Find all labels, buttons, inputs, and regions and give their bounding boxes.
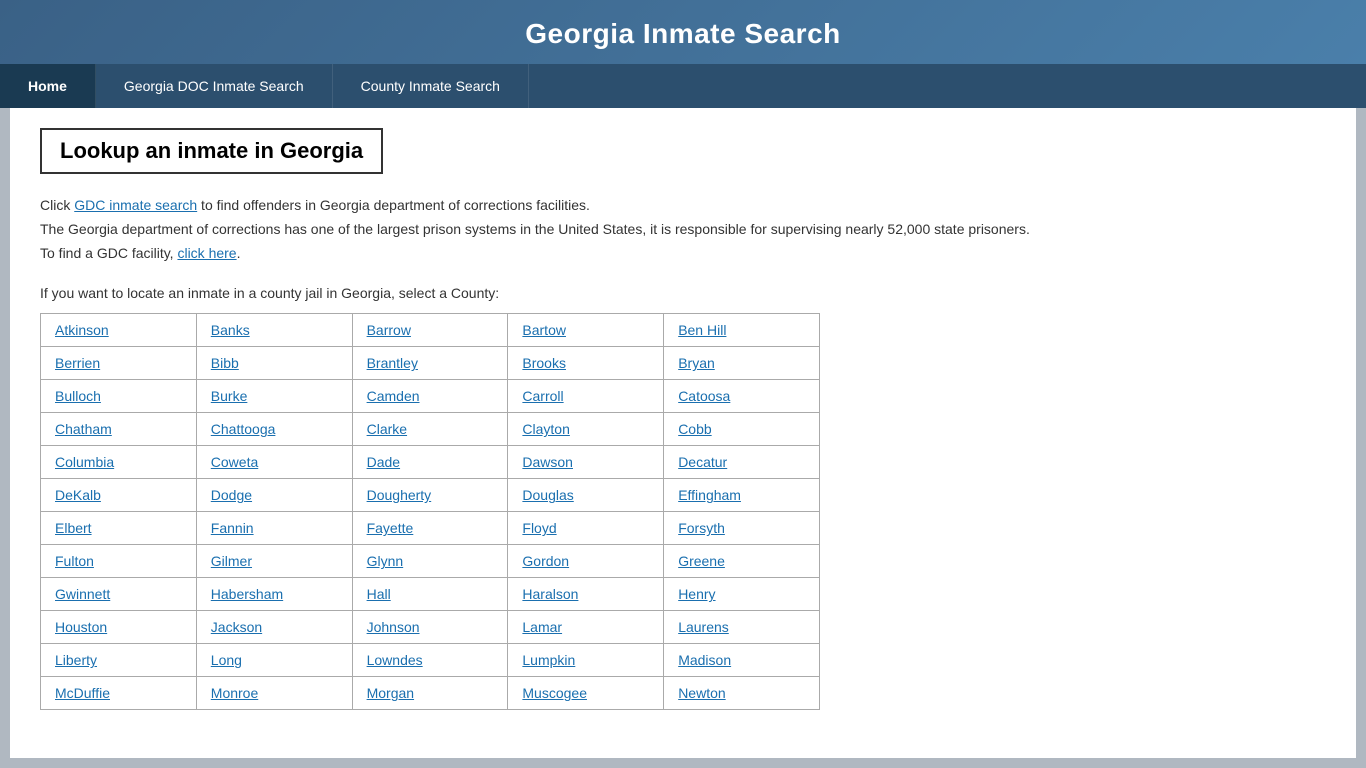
county-link[interactable]: McDuffie xyxy=(55,685,110,701)
county-link[interactable]: Dougherty xyxy=(367,487,432,503)
table-row: Liberty Long Lowndes Lumpkin Madison xyxy=(41,644,820,677)
county-link[interactable]: Madison xyxy=(678,652,731,668)
county-link[interactable]: Lamar xyxy=(522,619,562,635)
table-row: Fulton Gilmer Glynn Gordon Greene xyxy=(41,545,820,578)
county-link[interactable]: Bulloch xyxy=(55,388,101,404)
county-link[interactable]: Catoosa xyxy=(678,388,730,404)
county-link[interactable]: Lowndes xyxy=(367,652,423,668)
county-link[interactable]: Lumpkin xyxy=(522,652,575,668)
table-row: DeKalb Dodge Dougherty Douglas Effingham xyxy=(41,479,820,512)
county-link[interactable]: Elbert xyxy=(55,520,92,536)
county-link[interactable]: Brooks xyxy=(522,355,566,371)
county-link[interactable]: Bibb xyxy=(211,355,239,371)
county-link[interactable]: Newton xyxy=(678,685,725,701)
gdc-search-link[interactable]: GDC inmate search xyxy=(74,197,197,213)
intro-text-click: Click xyxy=(40,197,74,213)
county-link[interactable]: Gwinnett xyxy=(55,586,110,602)
table-row: Bulloch Burke Camden Carroll Catoosa xyxy=(41,380,820,413)
county-link[interactable]: Houston xyxy=(55,619,107,635)
county-intro-text: If you want to locate an inmate in a cou… xyxy=(40,285,1326,301)
county-link[interactable]: Dawson xyxy=(522,454,573,470)
county-link[interactable]: Glynn xyxy=(367,553,404,569)
county-link[interactable]: Camden xyxy=(367,388,420,404)
county-link[interactable]: Clarke xyxy=(367,421,407,437)
county-link[interactable]: Barrow xyxy=(367,322,411,338)
county-link[interactable]: Gordon xyxy=(522,553,569,569)
county-link[interactable]: Haralson xyxy=(522,586,578,602)
county-link[interactable]: Effingham xyxy=(678,487,741,503)
county-link[interactable]: Atkinson xyxy=(55,322,109,338)
county-link[interactable]: Long xyxy=(211,652,242,668)
county-link[interactable]: Gilmer xyxy=(211,553,252,569)
county-link[interactable]: Bryan xyxy=(678,355,715,371)
county-link[interactable]: Fayette xyxy=(367,520,414,536)
county-link[interactable]: Banks xyxy=(211,322,250,338)
county-link[interactable]: Fulton xyxy=(55,553,94,569)
page-title: Lookup an inmate in Georgia xyxy=(60,138,363,164)
county-link[interactable]: Greene xyxy=(678,553,725,569)
table-row: Houston Jackson Johnson Lamar Laurens xyxy=(41,611,820,644)
county-link[interactable]: Clayton xyxy=(522,421,569,437)
county-link[interactable]: Decatur xyxy=(678,454,727,470)
intro-line3-post: . xyxy=(237,245,241,261)
table-row: Gwinnett Habersham Hall Haralson Henry xyxy=(41,578,820,611)
nav-doc-search[interactable]: Georgia DOC Inmate Search xyxy=(96,64,333,108)
county-link[interactable]: Floyd xyxy=(522,520,556,536)
county-link[interactable]: Burke xyxy=(211,388,248,404)
table-row: McDuffie Monroe Morgan Muscogee Newton xyxy=(41,677,820,710)
county-link[interactable]: Chatham xyxy=(55,421,112,437)
intro-line2: The Georgia department of corrections ha… xyxy=(40,218,1326,242)
county-link[interactable]: Monroe xyxy=(211,685,258,701)
county-link[interactable]: Hall xyxy=(367,586,391,602)
county-link[interactable]: Forsyth xyxy=(678,520,725,536)
county-link[interactable]: Cobb xyxy=(678,421,711,437)
county-link[interactable]: Fannin xyxy=(211,520,254,536)
county-link[interactable]: Henry xyxy=(678,586,715,602)
county-link[interactable]: Brantley xyxy=(367,355,418,371)
table-row: Elbert Fannin Fayette Floyd Forsyth xyxy=(41,512,820,545)
county-link[interactable]: DeKalb xyxy=(55,487,101,503)
county-link[interactable]: Habersham xyxy=(211,586,283,602)
click-here-link[interactable]: click here xyxy=(177,245,236,261)
county-link[interactable]: Douglas xyxy=(522,487,573,503)
county-link[interactable]: Columbia xyxy=(55,454,114,470)
table-row: Chatham Chattooga Clarke Clayton Cobb xyxy=(41,413,820,446)
county-link[interactable]: Laurens xyxy=(678,619,729,635)
county-link[interactable]: Bartow xyxy=(522,322,566,338)
county-link[interactable]: Jackson xyxy=(211,619,262,635)
county-link[interactable]: Liberty xyxy=(55,652,97,668)
county-link[interactable]: Johnson xyxy=(367,619,420,635)
nav-county-search[interactable]: County Inmate Search xyxy=(333,64,529,108)
table-row: Berrien Bibb Brantley Brooks Bryan xyxy=(41,347,820,380)
intro-line3-pre: To find a GDC facility, xyxy=(40,245,177,261)
county-link[interactable]: Ben Hill xyxy=(678,322,726,338)
county-table: Atkinson Banks Barrow Bartow Ben Hill Berrien… xyxy=(40,313,820,710)
county-link[interactable]: Coweta xyxy=(211,454,258,470)
site-title: Georgia Inmate Search xyxy=(0,18,1366,50)
county-link[interactable]: Dade xyxy=(367,454,400,470)
county-link[interactable]: Chattooga xyxy=(211,421,276,437)
county-link[interactable]: Morgan xyxy=(367,685,414,701)
table-row: Columbia Coweta Dade Dawson Decatur xyxy=(41,446,820,479)
table-row: Atkinson Banks Barrow Bartow Ben Hill xyxy=(41,314,820,347)
intro-text-rest: to find offenders in Georgia department … xyxy=(197,197,590,213)
nav-home[interactable]: Home xyxy=(0,64,96,108)
county-link[interactable]: Dodge xyxy=(211,487,252,503)
county-link[interactable]: Carroll xyxy=(522,388,563,404)
county-link[interactable]: Berrien xyxy=(55,355,100,371)
county-link[interactable]: Muscogee xyxy=(522,685,587,701)
